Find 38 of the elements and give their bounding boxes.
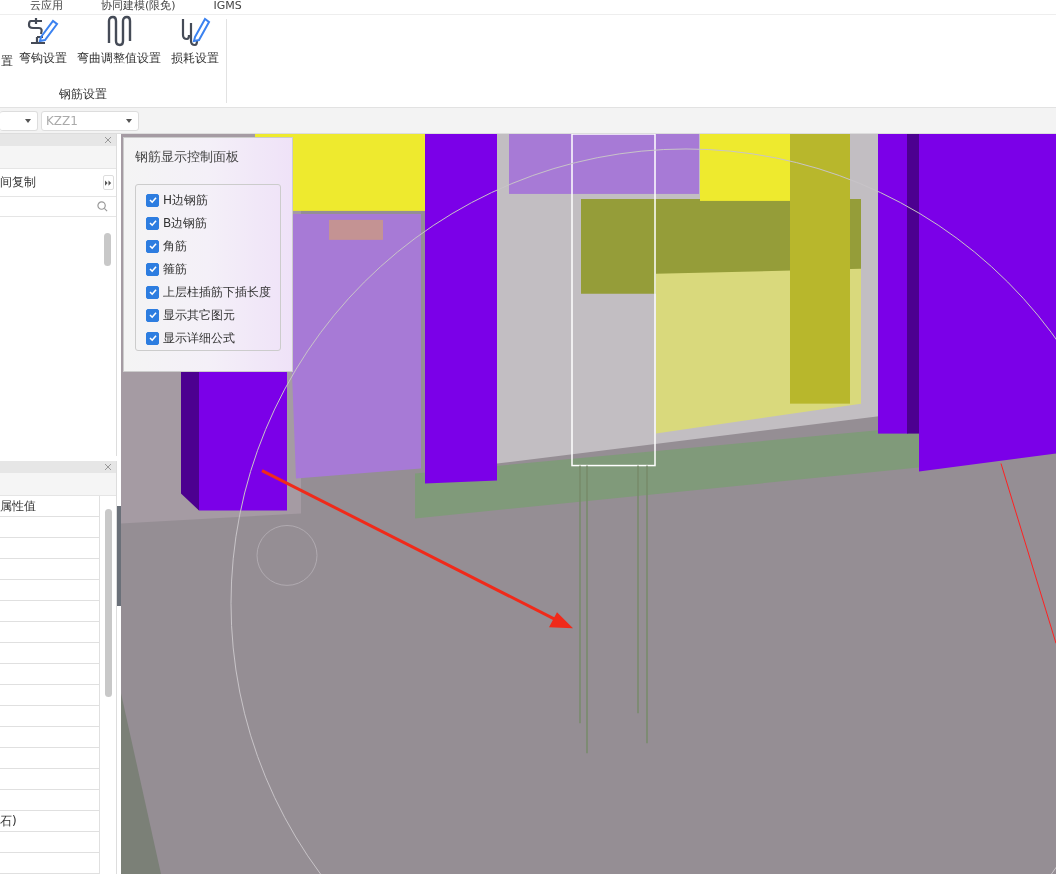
panel-title: 钢筋显示控制面板 [135, 148, 240, 166]
splitter-handle[interactable] [117, 506, 121, 606]
group-label: 钢筋设置 [59, 86, 107, 103]
checkbox[interactable] [146, 262, 159, 276]
hook-pencil-icon [27, 15, 59, 47]
checkbox-option[interactable]: 显示详细公式 [146, 330, 280, 346]
checkbox[interactable] [146, 308, 159, 322]
table-header: 属性值 [0, 496, 99, 517]
checkbox-option[interactable]: 上层柱插筋下插长度 [146, 284, 280, 300]
checkbox-option[interactable]: 角筋 [146, 238, 280, 254]
scrollbar-thumb[interactable] [105, 509, 112, 697]
checkbox-option[interactable]: 箍筋 [146, 261, 280, 277]
menu-tab[interactable]: 云应用 [30, 0, 63, 14]
close-icon[interactable] [104, 136, 112, 144]
double-arrow-icon [105, 179, 112, 186]
ribbon-button[interactable]: 弯曲调整值设置 [72, 15, 166, 67]
search-icon [97, 201, 108, 212]
close-icon[interactable] [104, 463, 112, 471]
scrollbar-thumb[interactable] [104, 233, 111, 266]
menu-tab[interactable]: 协同建模(限免) [101, 0, 176, 14]
checkbox-option[interactable]: B边钢筋 [146, 215, 280, 231]
checkbox[interactable] [146, 239, 159, 253]
checkbox[interactable] [146, 216, 159, 230]
ribbon-button[interactable]: 置 [0, 15, 14, 70]
checkbox-option[interactable]: H边钢筋 [146, 192, 280, 208]
caret-icon [25, 118, 31, 123]
ribbon-button[interactable]: 弯钩设置 [14, 15, 72, 67]
checkbox[interactable] [146, 331, 159, 345]
menu-tab[interactable]: IGMS [213, 0, 242, 14]
rebar-pencil-icon [179, 15, 211, 47]
ribbon-button[interactable]: 损耗设置 [166, 15, 224, 67]
copy-label[interactable]: 间复制 [0, 174, 36, 191]
checkbox-option[interactable]: 显示其它图元 [146, 307, 280, 323]
caret-icon [126, 118, 132, 123]
checkbox[interactable] [146, 285, 159, 299]
table-cell: 石) [0, 812, 17, 830]
expand-button[interactable] [103, 175, 114, 190]
checkbox[interactable] [146, 193, 159, 207]
